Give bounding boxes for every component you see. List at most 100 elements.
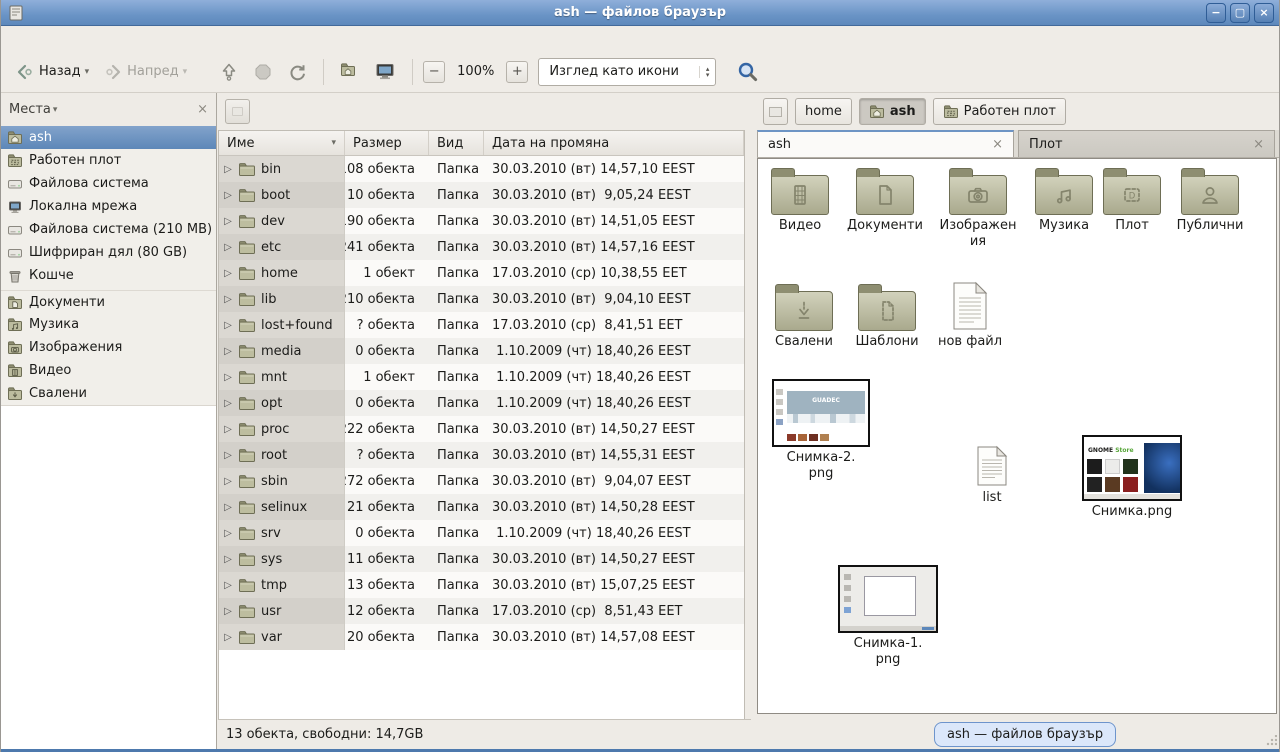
breadcrumb-root-button[interactable] <box>763 98 788 125</box>
titlebar[interactable]: ash — файлов браузър − ▢ × <box>1 0 1279 26</box>
sidebar-close-icon[interactable]: × <box>197 102 208 117</box>
table-row[interactable]: ▷ tmp 13 обекта Папка 30.03.2010 (вт) 15… <box>219 572 744 598</box>
table-row[interactable]: ▷ proc 222 обекта Папка 30.03.2010 (вт) … <box>219 416 744 442</box>
file-list[interactable]: list <box>952 445 1032 506</box>
tab-ash[interactable]: ash × <box>757 130 1014 157</box>
tab-close-icon[interactable]: × <box>992 137 1003 152</box>
expander-icon[interactable]: ▷ <box>221 476 235 487</box>
expander-icon[interactable]: ▷ <box>221 294 235 305</box>
column-header-name[interactable]: Име ▾ <box>219 131 345 155</box>
table-row[interactable]: ▷ var 20 обекта Папка 30.03.2010 (вт) 14… <box>219 624 744 650</box>
menu-item[interactable] <box>9 36 29 42</box>
table-row[interactable]: ▷ usr 12 обекта Папка 17.03.2010 (ср) 8,… <box>219 598 744 624</box>
back-button[interactable]: Назад ▾ <box>9 57 95 87</box>
column-header-modified[interactable]: Дата на промяна <box>484 131 744 155</box>
forward-dropdown-icon[interactable]: ▾ <box>183 67 188 77</box>
expander-icon[interactable]: ▷ <box>221 372 235 383</box>
sidebar-item[interactable]: Файлова система <box>1 172 216 195</box>
up-button[interactable] <box>213 57 245 87</box>
table-row[interactable]: ▷ dev 190 обекта Папка 30.03.2010 (вт) 1… <box>219 208 744 234</box>
sidebar-item[interactable]: Шифриран дял (80 GB) <box>1 241 216 264</box>
table-row[interactable]: ▷ sys 11 обекта Папка 30.03.2010 (вт) 14… <box>219 546 744 572</box>
table-row[interactable]: ▷ lost+found ? обекта Папка 17.03.2010 (… <box>219 312 744 338</box>
sidebar-item[interactable]: ash <box>1 126 216 149</box>
column-header-size[interactable]: Размер <box>345 131 429 155</box>
close-button[interactable]: × <box>1254 3 1274 23</box>
table-row[interactable]: ▷ srv 0 обекта Папка 1.10.2009 (чт) 18,4… <box>219 520 744 546</box>
sidebar-item[interactable]: Кошче <box>1 264 216 287</box>
expander-icon[interactable]: ▷ <box>221 190 235 201</box>
table-row[interactable]: ▷ media 0 обекта Папка 1.10.2009 (чт) 18… <box>219 338 744 364</box>
table-row[interactable]: ▷ home 1 обект Папка 17.03.2010 (ср) 10,… <box>219 260 744 286</box>
expander-icon[interactable]: ▷ <box>221 502 235 513</box>
expander-icon[interactable]: ▷ <box>221 346 235 357</box>
maximize-button[interactable]: ▢ <box>1230 3 1250 23</box>
sidebar-item[interactable]: Локална мрежа <box>1 195 216 218</box>
sidebar-title[interactable]: Места <box>9 102 53 117</box>
zoom-out-button[interactable]: − <box>423 61 445 83</box>
sidebar-item[interactable]: Изображения <box>1 336 216 359</box>
table-row[interactable]: ▷ sbin 272 обекта Папка 30.03.2010 (вт) … <box>219 468 744 494</box>
folder-downloads[interactable]: Свалени <box>764 283 844 350</box>
sidebar-item[interactable]: Документи <box>1 290 216 313</box>
expander-icon[interactable]: ▷ <box>221 528 235 539</box>
expander-icon[interactable]: ▷ <box>221 580 235 591</box>
folder-documents[interactable]: Документи <box>840 167 930 234</box>
table-row[interactable]: ▷ mnt 1 обект Папка 1.10.2009 (чт) 18,40… <box>219 364 744 390</box>
column-header-type[interactable]: Вид <box>429 131 484 155</box>
chevron-down-icon[interactable]: ▾ <box>53 105 58 115</box>
sidebar-item[interactable]: Свалени <box>1 382 216 405</box>
expander-icon[interactable]: ▷ <box>221 606 235 617</box>
file-snimka-1[interactable]: Снимка-1. png <box>838 565 938 669</box>
folder-public[interactable]: Публични <box>1165 167 1255 234</box>
icon-view[interactable]: Видео Документи Изображен ия Музика D Пл… <box>757 158 1277 714</box>
breadcrumb-desktop-button[interactable]: Работен плот <box>933 98 1066 125</box>
home-button[interactable] <box>334 57 366 87</box>
breadcrumb-ash-button[interactable]: ash <box>859 98 926 125</box>
tab-close-icon[interactable]: × <box>1253 137 1264 152</box>
file-snimka[interactable]: GNOME Store Снимка.png <box>1082 435 1182 520</box>
expander-icon[interactable]: ▷ <box>221 632 235 643</box>
expander-icon[interactable]: ▷ <box>221 242 235 253</box>
table-row[interactable]: ▷ root ? обекта Папка 30.03.2010 (вт) 14… <box>219 442 744 468</box>
expander-icon[interactable]: ▷ <box>221 398 235 409</box>
expander-icon[interactable]: ▷ <box>221 268 235 279</box>
table-row[interactable]: ▷ lib 210 обекта Папка 30.03.2010 (вт) 9… <box>219 286 744 312</box>
table-row[interactable]: ▷ selinux 21 обекта Папка 30.03.2010 (вт… <box>219 494 744 520</box>
tab-plot[interactable]: Плот × <box>1018 130 1275 157</box>
resize-grip[interactable] <box>1265 735 1277 747</box>
expander-icon[interactable]: ▷ <box>221 320 235 331</box>
search-button[interactable] <box>730 56 766 88</box>
menu-item[interactable] <box>89 36 109 42</box>
sidebar-item[interactable]: Музика <box>1 313 216 336</box>
breadcrumb-home-button[interactable]: home <box>795 98 852 125</box>
menu-item[interactable] <box>49 36 69 42</box>
table-row[interactable]: ▷ boot 10 обекта Папка 30.03.2010 (вт) 9… <box>219 182 744 208</box>
folder-video[interactable]: Видео <box>760 167 840 234</box>
menu-item[interactable] <box>29 36 49 42</box>
menu-item[interactable] <box>109 36 129 42</box>
folder-templates[interactable]: Шаблони <box>847 283 927 350</box>
expander-icon[interactable]: ▷ <box>221 216 235 227</box>
expander-icon[interactable]: ▷ <box>221 450 235 461</box>
forward-button[interactable]: Напред ▾ <box>97 57 193 87</box>
table-row[interactable]: ▷ opt 0 обекта Папка 1.10.2009 (чт) 18,4… <box>219 390 744 416</box>
expander-icon[interactable]: ▷ <box>221 554 235 565</box>
folder-desktop[interactable]: D Плот <box>1092 167 1172 234</box>
sidebar-item[interactable]: Файлова система (210 MB) <box>1 218 216 241</box>
expander-icon[interactable]: ▷ <box>221 164 235 175</box>
table-row[interactable]: ▷ bin 108 обекта Папка 30.03.2010 (вт) 1… <box>219 156 744 182</box>
stop-button[interactable] <box>247 57 279 87</box>
file-new-file[interactable]: нов файл <box>930 281 1010 350</box>
sidebar-item[interactable]: Видео <box>1 359 216 382</box>
reload-button[interactable] <box>281 57 313 87</box>
pane-location-button[interactable] <box>225 99 250 124</box>
zoom-in-button[interactable]: + <box>506 61 528 83</box>
expander-icon[interactable]: ▷ <box>221 424 235 435</box>
minimize-button[interactable]: − <box>1206 3 1226 23</box>
file-snimka-2[interactable]: GUADEC Снимка-2. png <box>772 379 870 483</box>
menu-item[interactable] <box>69 36 89 42</box>
table-row[interactable]: ▷ etc 241 обекта Папка 30.03.2010 (вт) 1… <box>219 234 744 260</box>
view-mode-select[interactable]: Изглед като икони ▴▾ <box>538 58 716 86</box>
folder-pictures[interactable]: Изображен ия <box>933 167 1023 251</box>
